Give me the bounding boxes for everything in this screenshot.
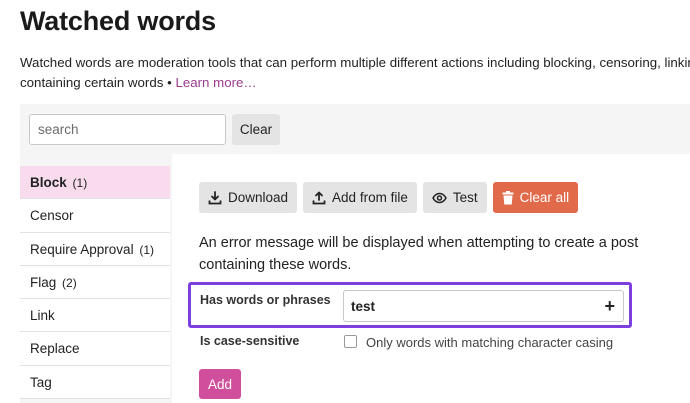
sidebar-item-label: Flag <box>30 274 57 290</box>
learn-more-link[interactable]: Learn more… <box>175 75 256 90</box>
add-from-file-label: Add from file <box>332 190 408 205</box>
test-label: Test <box>452 190 478 205</box>
words-label: Has words or phrases <box>200 293 331 307</box>
description-line-1: Watched words are moderation tools that … <box>20 55 690 70</box>
sidebar-item-label: Replace <box>30 341 80 357</box>
clear-all-label: Clear all <box>519 190 570 205</box>
upload-icon <box>312 191 326 205</box>
sidebar-item-count: (1) <box>72 176 88 190</box>
clear-all-button[interactable]: Clear all <box>492 182 579 213</box>
add-word-plus-icon[interactable]: + <box>604 296 615 316</box>
main-panel: Download Add from file Test Clear all An… <box>172 154 690 403</box>
sidebar-item-label: Block <box>30 175 67 190</box>
description-line-2-text: containing certain words • <box>20 75 176 90</box>
sidebar-item-flag[interactable]: Flag (2) <box>20 265 170 300</box>
sidebar-item-censor[interactable]: Censor <box>20 199 170 233</box>
add-button[interactable]: Add <box>199 369 241 399</box>
add-from-file-button[interactable]: Add from file <box>303 182 417 213</box>
sidebar-item-label: Censor <box>30 208 74 224</box>
sidebar-item-require-approval[interactable]: Require Approval (1) <box>20 232 170 266</box>
description-line-2: containing certain words • Learn more… <box>20 73 690 93</box>
sidebar-item-label: Require Approval <box>30 241 134 257</box>
case-sensitive-option-text: Only words with matching character casin… <box>366 335 614 350</box>
case-sensitive-label: Is case-sensitive <box>200 334 300 348</box>
action-description: An error message will be displayed when … <box>199 235 639 273</box>
trash-icon <box>502 190 514 205</box>
action-sidebar: Block (1) Censor Require Approval (1) Fl… <box>20 166 170 400</box>
test-button[interactable]: Test <box>422 182 487 213</box>
eye-icon <box>431 192 447 204</box>
sidebar-item-label: Tag <box>30 374 52 390</box>
page-title: Watched words <box>20 6 216 36</box>
case-sensitive-checkbox[interactable] <box>344 335 357 348</box>
download-label: Download <box>228 190 289 205</box>
sidebar-item-link[interactable]: Link <box>20 299 170 333</box>
sidebar-item-replace[interactable]: Replace <box>20 332 170 366</box>
download-icon <box>208 190 222 205</box>
search-input[interactable] <box>29 114 226 145</box>
download-button[interactable]: Download <box>199 182 298 213</box>
sidebar-item-count: (2) <box>62 275 77 290</box>
toolbar: Download Add from file Test Clear all <box>199 182 579 213</box>
filter-bar: Clear <box>20 104 690 154</box>
sidebar-item-block[interactable]: Block (1) <box>20 166 170 200</box>
sidebar-item-count: (1) <box>139 242 155 257</box>
clear-search-button[interactable]: Clear <box>232 114 280 145</box>
sidebar-item-tag[interactable]: Tag <box>20 365 170 400</box>
sidebar-item-label: Link <box>30 308 55 324</box>
words-input[interactable]: test + <box>343 290 624 322</box>
word-chip: test <box>351 299 376 314</box>
page-description: Watched words are moderation tools that … <box>20 53 690 93</box>
